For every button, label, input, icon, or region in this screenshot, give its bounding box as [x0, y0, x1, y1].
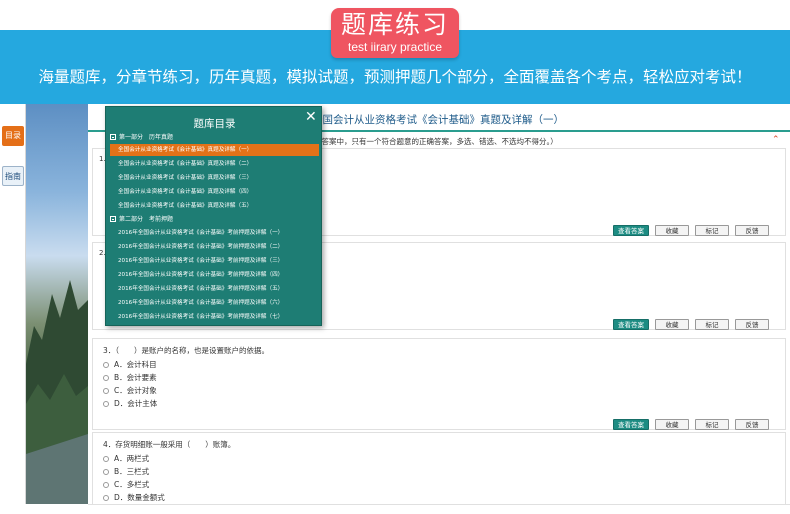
- answer-option[interactable]: A．会计科目: [103, 359, 157, 370]
- bottom-divider: [88, 504, 790, 514]
- sidebar-catalog-button[interactable]: 目录: [2, 126, 24, 146]
- header-title: 题库练习: [340, 10, 449, 39]
- catalog-item[interactable]: 2016年全国会计从业资格考试《会计基础》考前押题及详解（一）: [110, 227, 319, 239]
- answer-option[interactable]: A．两栏式: [103, 453, 149, 464]
- catalog-item[interactable]: 2016年全国会计从业资格考试《会计基础》考前押题及详解（五）: [110, 283, 319, 295]
- collapse-up-icon[interactable]: ⌃: [772, 135, 780, 145]
- question-actions: 查看答案 收藏 标记 反馈: [607, 218, 769, 236]
- mark-button[interactable]: 标记: [695, 225, 729, 236]
- catalog-item[interactable]: 全国会计从业资格考试《会计基础》真题及详解（一）: [110, 144, 319, 156]
- answer-option[interactable]: C．会计对象: [103, 385, 157, 396]
- radio-button[interactable]: [103, 456, 109, 462]
- header-slogan: 海量题库，分章节练习，历年真题，模拟试题，预测押题几个部分，全面覆盖各个考点，轻…: [38, 68, 752, 86]
- question-card-3: 3．（ ）是账户的名称，也是设置账户的依据。 A．会计科目 B．会计要素 C．会…: [92, 338, 786, 430]
- catalog-title: 题库目录: [193, 118, 236, 130]
- radio-button[interactable]: [103, 388, 109, 394]
- catalog-item[interactable]: 全国会计从业资格考试《会计基础》真题及详解（五）: [110, 200, 319, 212]
- option-label: C．多栏式: [114, 480, 150, 489]
- option-label: D．数量金额式: [114, 493, 165, 502]
- catalog-section-predict[interactable]: 第二部分 考前押题: [110, 214, 173, 223]
- sidebar-guide-button[interactable]: 指南: [2, 166, 24, 186]
- question-actions: 查看答案 收藏 标记 反馈: [607, 412, 769, 430]
- collapse-box-icon[interactable]: [110, 216, 116, 222]
- section-label: 第二部分 考前押题: [119, 216, 174, 223]
- collapse-box-icon[interactable]: [110, 134, 116, 140]
- question-actions: 查看答案 收藏 标记 反馈: [607, 312, 769, 330]
- collect-button[interactable]: 收藏: [655, 319, 689, 330]
- catalog-popup: 题库目录 ✕ 第一部分 历年真题 全国会计从业资格考试《会计基础》真题及详解（一…: [105, 106, 322, 326]
- radio-button[interactable]: [103, 495, 109, 501]
- option-label: A．两栏式: [114, 454, 150, 463]
- answer-option[interactable]: C．多栏式: [103, 479, 149, 490]
- question-card-4: 4．存货明细账一般采用（ ）账簿。 A．两栏式 B．三栏式 C．多栏式 D．数量…: [92, 432, 786, 506]
- view-answer-button[interactable]: 查看答案: [613, 319, 649, 330]
- collect-button[interactable]: 收藏: [655, 225, 689, 236]
- answer-option[interactable]: D．数量金额式: [103, 492, 165, 503]
- radio-button[interactable]: [103, 401, 109, 407]
- feedback-button[interactable]: 反馈: [735, 319, 769, 330]
- collect-button[interactable]: 收藏: [655, 419, 689, 430]
- view-answer-button[interactable]: 查看答案: [613, 225, 649, 236]
- mountain-illustration: [26, 280, 88, 504]
- feedback-button[interactable]: 反馈: [735, 419, 769, 430]
- header-title-tab: 题库练习 test iirary practice: [331, 8, 459, 58]
- feedback-button[interactable]: 反馈: [735, 225, 769, 236]
- catalog-item[interactable]: 全国会计从业资格考试《会计基础》真题及详解（二）: [110, 158, 319, 170]
- scenic-photo: 目录 指南: [0, 104, 88, 504]
- view-answer-button[interactable]: 查看答案: [613, 419, 649, 430]
- catalog-item[interactable]: 2016年全国会计从业资格考试《会计基础》考前押题及详解（六）: [110, 297, 319, 309]
- left-sidebar: 目录 指南: [0, 104, 26, 504]
- exam-instruction: 选答案中，只有一个符合题意的正确答案，多选、错选、不选均不得分。）: [314, 137, 558, 146]
- catalog-section-history[interactable]: 第一部分 历年真题: [110, 132, 173, 141]
- question-text: 4．存货明细账一般采用（ ）账簿。: [103, 440, 236, 449]
- answer-option[interactable]: D．会计主体: [103, 398, 157, 409]
- close-icon[interactable]: ✕: [305, 110, 317, 124]
- header-subtitle: test iirary practice: [347, 40, 443, 54]
- page-header: 题库练习 test iirary practice 海量题库，分章节练习，历年真…: [0, 0, 790, 104]
- catalog-item[interactable]: 2016年全国会计从业资格考试《会计基础》考前押题及详解（七）: [110, 311, 319, 323]
- catalog-item[interactable]: 全国会计从业资格考试《会计基础》真题及详解（四）: [110, 186, 319, 198]
- mark-button[interactable]: 标记: [695, 419, 729, 430]
- option-label: C．会计对象: [114, 386, 157, 395]
- section-label: 第一部分 历年真题: [119, 134, 174, 141]
- radio-button[interactable]: [103, 362, 109, 368]
- option-label: A．会计科目: [114, 360, 157, 369]
- catalog-item[interactable]: 2016年全国会计从业资格考试《会计基础》考前押题及详解（三）: [110, 255, 319, 267]
- mark-button[interactable]: 标记: [695, 319, 729, 330]
- option-label: B．三栏式: [114, 467, 150, 476]
- exam-title: 全国会计从业资格考试《会计基础》真题及详解（一）: [312, 114, 564, 126]
- answer-option[interactable]: B．会计要素: [103, 372, 157, 383]
- catalog-item[interactable]: 2016年全国会计从业资格考试《会计基础》考前押题及详解（二）: [110, 241, 319, 253]
- radio-button[interactable]: [103, 469, 109, 475]
- catalog-item[interactable]: 2016年全国会计从业资格考试《会计基础》考前押题及详解（四）: [110, 269, 319, 281]
- radio-button[interactable]: [103, 375, 109, 381]
- option-label: D．会计主体: [114, 399, 158, 408]
- option-label: B．会计要素: [114, 373, 157, 382]
- question-text: 3．（ ）是账户的名称，也是设置账户的依据。: [103, 346, 270, 355]
- answer-option[interactable]: B．三栏式: [103, 466, 149, 477]
- catalog-item[interactable]: 全国会计从业资格考试《会计基础》真题及详解（三）: [110, 172, 319, 184]
- radio-button[interactable]: [103, 482, 109, 488]
